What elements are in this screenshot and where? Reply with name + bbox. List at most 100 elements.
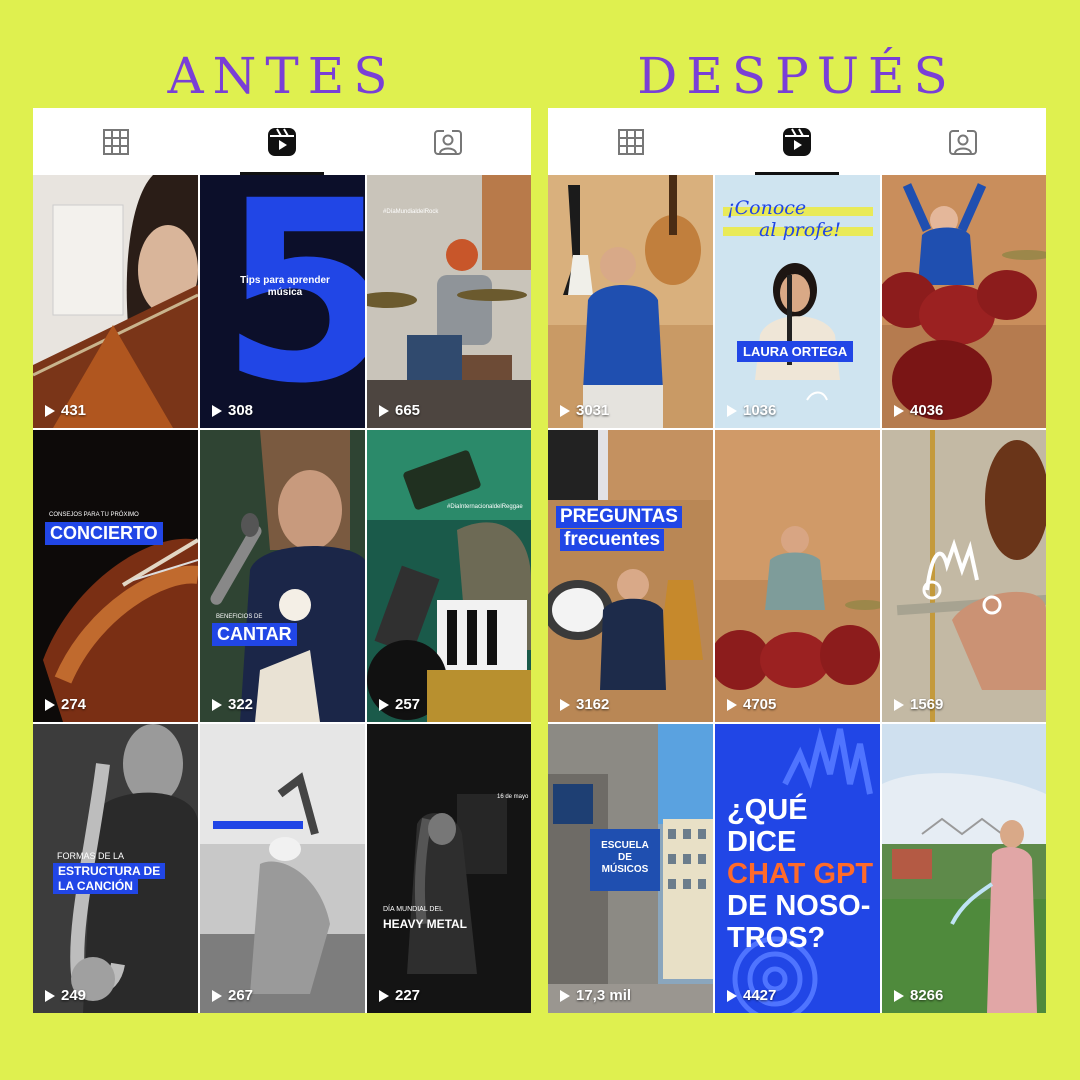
kid-drums-thumbnail <box>882 175 1046 428</box>
heavy-metal-thumbnail <box>367 724 531 1013</box>
school-sign: ESCUELA DE MÚSICOS <box>594 840 656 876</box>
singer-thumbnail <box>200 430 365 722</box>
hashtag: #DiaInternacionaldelReggae <box>447 504 523 510</box>
tab-reels[interactable] <box>714 108 880 175</box>
big-number: 5 <box>220 175 365 428</box>
play-icon <box>45 404 55 417</box>
title-line-1: PREGUNTAS <box>556 506 682 528</box>
play-icon <box>560 989 570 1002</box>
panel-after: 3031 ¡Conoce al profe! LAURA ORTEGA 1036… <box>548 108 1046 1013</box>
view-count: 3031 <box>576 402 610 419</box>
view-count: 665 <box>395 402 421 419</box>
play-icon <box>560 404 570 417</box>
view-count: 308 <box>228 402 254 419</box>
small-caption: BENEFICIOS DE <box>216 614 263 620</box>
view-count: 227 <box>395 987 421 1004</box>
view-count: 3162 <box>576 696 610 713</box>
tagged-icon <box>434 129 462 155</box>
boy-guitars-thumbnail <box>548 175 713 428</box>
tagged-icon <box>949 129 977 155</box>
small-caption: CONSEJOS PARA TU PRÓXIMO <box>49 512 139 518</box>
faq-kid-thumbnail <box>548 430 713 722</box>
play-icon <box>379 698 389 711</box>
teacher-name: LAURA ORTEGA <box>737 341 854 362</box>
violin-closeup-thumbnail <box>33 430 198 722</box>
reel-tile[interactable]: 8266 <box>882 724 1046 1013</box>
flute-thumbnail <box>882 430 1046 722</box>
script-line-1: ¡Conoce <box>727 197 807 219</box>
reel-tile[interactable]: ESCUELA DE MÚSICOS 17,3 mil <box>548 724 713 1013</box>
script-line-2: al profe! <box>759 219 842 241</box>
play-icon <box>727 698 737 711</box>
reel-tile[interactable]: 3031 <box>548 175 713 428</box>
reel-tile[interactable]: 4705 <box>715 430 880 722</box>
reels-icon <box>268 127 296 156</box>
view-count: 267 <box>228 987 254 1004</box>
profile-tabs <box>33 108 531 175</box>
panel-before: 431 5 Tips para aprender música 308 #Día… <box>33 108 531 1013</box>
headline-line: DE NOSO- <box>727 890 871 922</box>
view-count: 17,3 mil <box>576 987 632 1004</box>
sign-line: ESCUELA <box>601 840 649 851</box>
reel-tile[interactable]: FORMAS DE LA ESTRUCTURA DE LA CANCIÓN 24… <box>33 724 198 1013</box>
sign-line: DE <box>618 852 632 863</box>
reel-tile[interactable]: 1569 <box>882 430 1046 722</box>
small-caption: DÍA MUNDIAL DEL <box>383 906 444 913</box>
view-count: 1569 <box>910 696 944 713</box>
title: CANTAR <box>212 623 297 646</box>
title-line-1: ESTRUCTURA DE <box>53 863 166 879</box>
view-count: 4036 <box>910 402 944 419</box>
reel-tile[interactable]: 4036 <box>882 175 1046 428</box>
play-icon <box>212 698 222 711</box>
reel-tile[interactable]: 267 <box>200 724 365 1013</box>
reel-tile[interactable]: #DiaInternacionaldelReggae 257 <box>367 430 531 722</box>
headline-line-last: TROS? <box>727 922 826 954</box>
play-icon <box>727 404 737 417</box>
heading-before: ANTES <box>167 47 397 105</box>
date: 16 de mayo <box>497 794 529 800</box>
tab-grid[interactable] <box>548 108 714 175</box>
reel-tile[interactable]: BENEFICIOS DE CANTAR 322 <box>200 430 365 722</box>
profile-tabs <box>548 108 1046 175</box>
reel-tile[interactable]: PREGUNTAS frecuentes 3162 <box>548 430 713 722</box>
grid-icon <box>618 128 644 155</box>
reel-tile[interactable]: CONSEJOS PARA TU PRÓXIMO CONCIERTO 274 <box>33 430 198 722</box>
tab-tagged[interactable] <box>365 108 531 175</box>
grid-icon <box>103 128 129 155</box>
title: HEAVY METAL <box>383 917 468 931</box>
view-count: 4427 <box>743 987 777 1004</box>
teacher-drums-thumbnail <box>715 430 880 722</box>
caption: Tips para aprender música <box>240 275 330 298</box>
title-line-2: LA CANCIÓN <box>53 878 138 894</box>
play-icon <box>894 989 904 1002</box>
garden-grandma-thumbnail <box>882 724 1046 1013</box>
tab-reels[interactable] <box>199 108 365 175</box>
headline: ¿QUÉ DICE CHAT GPT DE NOSO- TROS? <box>727 794 873 954</box>
play-icon <box>379 989 389 1002</box>
reel-tile[interactable]: 431 <box>33 175 198 428</box>
play-icon <box>379 404 389 417</box>
play-icon <box>727 989 737 1002</box>
view-count: 4705 <box>743 696 777 713</box>
play-icon <box>45 698 55 711</box>
reel-tile[interactable]: 16 de mayo DÍA MUNDIAL DEL HEAVY METAL 2… <box>367 724 531 1013</box>
view-count: 322 <box>228 696 254 713</box>
view-count: 431 <box>61 402 87 419</box>
headline-line: DICE <box>727 826 797 858</box>
tab-grid[interactable] <box>33 108 199 175</box>
reggae-vinyl-thumbnail <box>367 430 531 722</box>
reel-tile[interactable]: ¡Conoce al profe! LAURA ORTEGA 1036 <box>715 175 880 428</box>
heading-after: DESPUÉS <box>637 47 957 105</box>
headline-line: CHAT GPT <box>727 858 874 890</box>
tab-tagged[interactable] <box>880 108 1046 175</box>
play-icon <box>894 698 904 711</box>
violin-girl-thumbnail <box>33 175 198 428</box>
headline-line: ¿QUÉ <box>727 794 808 826</box>
title: CONCIERTO <box>45 522 163 545</box>
reel-tile[interactable]: ¿QUÉ DICE CHAT GPT DE NOSO- TROS? 4427 <box>715 724 880 1013</box>
play-icon <box>894 404 904 417</box>
play-icon <box>212 404 222 417</box>
reel-tile[interactable]: #DíaMundialdelRock 665 <box>367 175 531 428</box>
reel-tile[interactable]: 5 Tips para aprender música 308 <box>200 175 365 428</box>
play-icon <box>560 698 570 711</box>
